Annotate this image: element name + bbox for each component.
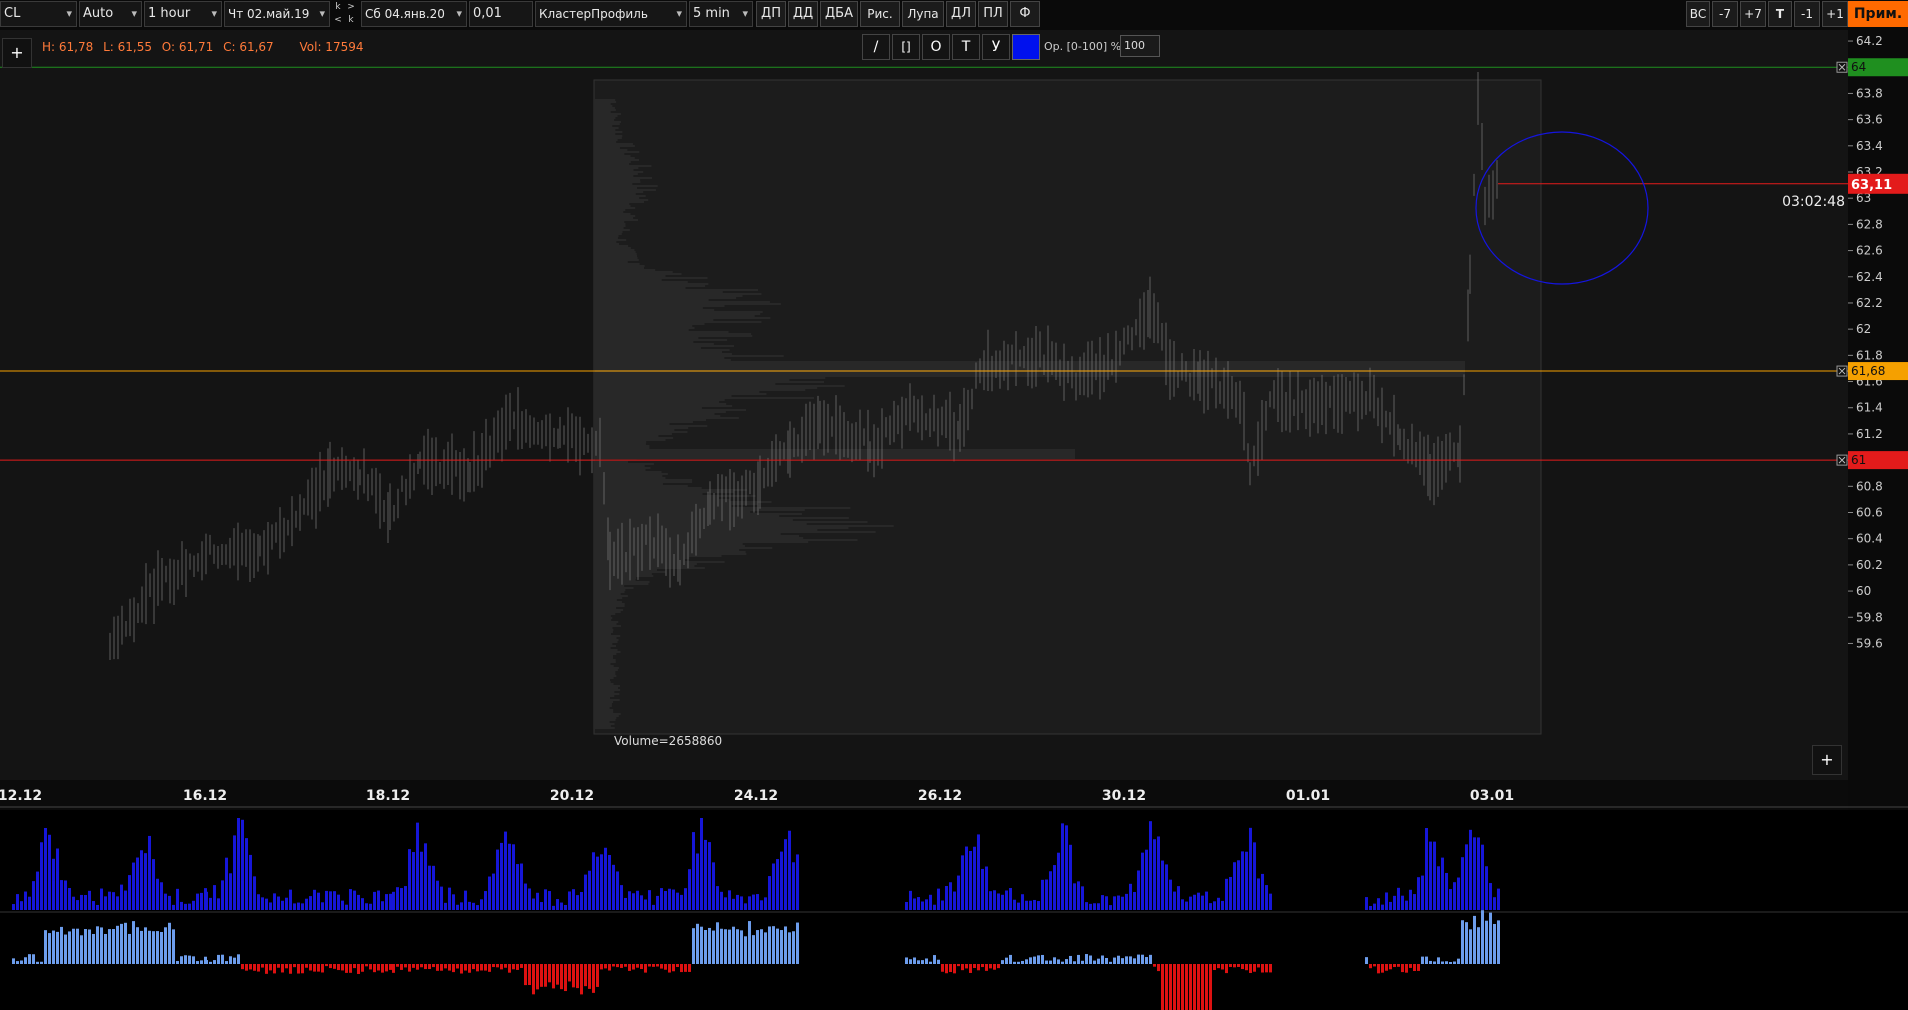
- price-tick-label: 61.2: [1856, 427, 1883, 441]
- current-price-label: 63,11: [1851, 178, 1892, 193]
- price-tick-label: 63.8: [1856, 86, 1883, 100]
- price-tick-label: 64.2: [1856, 34, 1883, 48]
- price-tick-label: 59.8: [1856, 610, 1883, 624]
- nav-next-icon[interactable]: >: [345, 1, 357, 13]
- minus1-button[interactable]: -1: [1794, 1, 1820, 27]
- price-tick-label: 61.4: [1856, 401, 1883, 415]
- bc-button[interactable]: BC: [1686, 1, 1710, 27]
- pl-button[interactable]: ПЛ: [978, 1, 1008, 27]
- symbol-select[interactable]: CL: [0, 1, 77, 27]
- text-tool-button[interactable]: T: [952, 34, 980, 60]
- date-tick-label: 01.01: [1286, 788, 1330, 804]
- date-tick-label: 18.12: [366, 788, 410, 804]
- mode-select[interactable]: Auto: [79, 1, 142, 27]
- draw-button[interactable]: Рис.: [860, 1, 900, 27]
- top-toolbar: CL Auto 1 hour Чт 02.май.19 k > < k Сб 0…: [0, 0, 1908, 30]
- nav-k-icon[interactable]: k: [332, 1, 344, 13]
- volume-total-label: Volume=2658860: [614, 734, 722, 748]
- price-tick-label: 63.4: [1856, 139, 1883, 153]
- date-nav-arrows[interactable]: k > < k: [332, 1, 358, 27]
- date-axis: 12.12 16.12 18.12 20.12 24.12 26.12 30.12 01.01…: [0, 788, 1514, 804]
- timer-label: 03:02:48: [1782, 194, 1845, 210]
- price-tick-label: 59.6: [1856, 636, 1883, 650]
- date-from-select[interactable]: Чт 02.май.19: [224, 1, 330, 27]
- color-swatch[interactable]: [1012, 34, 1040, 60]
- date-tick-label: 16.12: [183, 788, 227, 804]
- price-tick-label: 62.4: [1856, 270, 1883, 284]
- date-tick-label: 20.12: [550, 788, 594, 804]
- timeframe-select[interactable]: 1 hour: [144, 1, 222, 27]
- price-tick-label: 60.4: [1856, 532, 1883, 546]
- ellipse-tool-button[interactable]: O: [922, 34, 950, 60]
- price-tick-label: 60: [1856, 584, 1871, 598]
- price-tick-label: 61.8: [1856, 348, 1883, 362]
- price-tick-label: 63.6: [1856, 113, 1883, 127]
- level-tag-label: 61,68: [1851, 364, 1885, 378]
- opacity-input[interactable]: 100: [1120, 35, 1160, 57]
- price-tick-label: 62: [1856, 322, 1871, 336]
- rectangle-tool-button[interactable]: []: [892, 34, 920, 60]
- line-tool-button[interactable]: /: [862, 34, 890, 60]
- ohlc-readout: H: 61,78 L: 61,55 O: 61,71 C: 61,67 Vol:…: [42, 40, 369, 54]
- plus1-button[interactable]: +1: [1822, 1, 1848, 27]
- dp-button[interactable]: ДП: [756, 1, 786, 27]
- interval-select[interactable]: 5 min: [689, 1, 753, 27]
- date-tick-label: 24.12: [734, 788, 778, 804]
- open-value: O: 61,71: [161, 40, 214, 54]
- low-value: L: 61,55: [103, 40, 152, 54]
- price-tick-label: 60.8: [1856, 479, 1883, 493]
- price-tick-label: 62.2: [1856, 296, 1883, 310]
- dl-button[interactable]: ДЛ: [946, 1, 976, 27]
- plus7-button[interactable]: +7: [1740, 1, 1766, 27]
- add-panel-button[interactable]: +: [1812, 745, 1842, 775]
- date-to-select[interactable]: Сб 04.янв.20: [361, 1, 467, 27]
- high-value: H: 61,78: [42, 40, 94, 54]
- dba-button[interactable]: ДБА: [820, 1, 858, 27]
- tick-input[interactable]: 0,01: [469, 1, 533, 27]
- t-button[interactable]: T: [1768, 1, 1792, 27]
- date-tick-label: 26.12: [918, 788, 962, 804]
- dd-button[interactable]: ДД: [788, 1, 818, 27]
- volume-value: Vol: 17594: [299, 40, 364, 54]
- price-tick-label: 60.6: [1856, 505, 1883, 519]
- opacity-label: Op. [0-100] %:: [1044, 40, 1125, 53]
- notes-button[interactable]: Прим.: [1848, 1, 1908, 27]
- f-button[interactable]: Ф: [1010, 1, 1040, 27]
- price-tick-label: 62.8: [1856, 217, 1883, 231]
- price-tick-label: 62.6: [1856, 244, 1883, 258]
- minus7-button[interactable]: -7: [1712, 1, 1738, 27]
- date-tick-label: 03.01: [1470, 788, 1514, 804]
- nav-prev-icon[interactable]: <: [332, 14, 344, 26]
- level-tag-label: 61: [1851, 453, 1866, 467]
- indicator-select[interactable]: КластерПрофиль: [535, 1, 687, 27]
- magnifier-button[interactable]: Лупа: [902, 1, 944, 27]
- chart-area[interactable]: Volume=2658860 03:02:48 64.2 63.8 63.6 63.4…: [0, 30, 1908, 1010]
- u-tool-button[interactable]: У: [982, 34, 1010, 60]
- price-tick-label: 60.2: [1856, 558, 1883, 572]
- date-tick-label: 12.12: [0, 788, 42, 804]
- nav-k2-icon[interactable]: k: [345, 14, 357, 26]
- date-tick-label: 30.12: [1102, 788, 1146, 804]
- close-value: C: 61,67: [223, 40, 274, 54]
- level-tag-label: 64: [1851, 60, 1866, 74]
- add-chart-button[interactable]: +: [2, 38, 32, 68]
